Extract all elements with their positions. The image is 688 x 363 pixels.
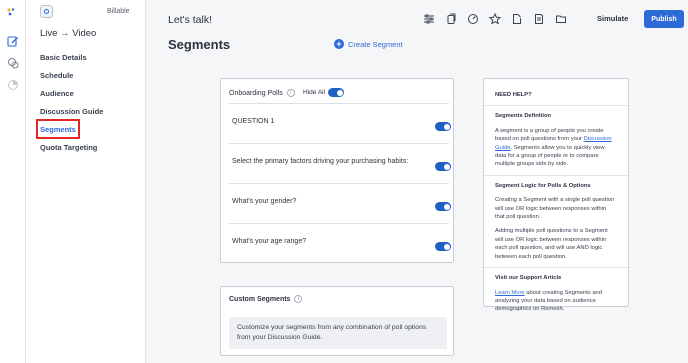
project-title[interactable]: Live → Video: [40, 28, 96, 39]
custom-segments-description: Customize your segments from any combina…: [229, 317, 447, 349]
create-segment-label: Create Segment: [348, 39, 403, 49]
info-icon[interactable]: i: [294, 295, 303, 303]
onboarding-polls-title: Onboarding Polls: [229, 89, 283, 97]
sliders-icon[interactable]: [422, 12, 436, 26]
custom-segments-card: Custom Segments i Customize your segment…: [220, 286, 454, 356]
segment-logic-text-2: Adding multiple poll questions to a Segm…: [495, 228, 608, 260]
edit-icon[interactable]: [6, 34, 20, 48]
page-title: Segments: [168, 37, 231, 52]
plus-circle-icon: +: [334, 39, 344, 49]
sidebar-item-basic-details[interactable]: Basic Details: [40, 53, 87, 62]
support-article-title: Visit our Support Article: [495, 275, 562, 282]
poll-row: QUESTION 1: [229, 103, 451, 143]
divider: [484, 174, 628, 176]
sidebar-item-schedule[interactable]: Schedule: [40, 71, 73, 80]
poll-toggle[interactable]: [435, 202, 451, 211]
sidebar-item-audience[interactable]: Audience: [40, 89, 74, 98]
hide-all-toggle[interactable]: [328, 88, 345, 97]
pie-chart-icon[interactable]: [6, 78, 20, 92]
sidebar-item-discussion-guide[interactable]: Discussion Guide: [40, 107, 103, 116]
logo-icon[interactable]: [6, 6, 18, 18]
billable-label: Billable: [107, 8, 130, 15]
onboarding-polls-card: Onboarding Polls i Hide All QUESTION 1 S…: [220, 78, 454, 263]
folder-icon[interactable]: [554, 12, 568, 26]
create-segment-button[interactable]: + Create Segment: [334, 39, 403, 49]
divider: [484, 267, 628, 269]
poll-row: Select the primary factors driving your …: [229, 143, 451, 183]
divider: [484, 105, 628, 107]
help-panel: NEED HELP? Segments Definition A segment…: [483, 78, 629, 312]
definition-text-part: . Segments allow you to quickly view dat…: [495, 144, 605, 168]
copy-icon[interactable]: [444, 12, 458, 26]
document-list-icon[interactable]: [532, 12, 546, 26]
project-icon: [40, 5, 53, 18]
chat-bubbles-icon[interactable]: [6, 56, 20, 70]
discussion-title: Let's talk!: [168, 14, 213, 26]
poll-question: QUESTION 1: [232, 118, 275, 125]
gauge-icon[interactable]: [466, 12, 480, 26]
publish-button[interactable]: Publish: [644, 10, 684, 28]
poll-question: What's your age range?: [232, 238, 307, 245]
help-title: NEED HELP?: [495, 92, 532, 98]
highlight-box: [36, 119, 80, 139]
top-bar: Let's talk! Simulate Publish: [146, 0, 688, 40]
segments-definition-title: Segments Definition: [495, 113, 552, 120]
segment-logic-text-1: Creating a Segment with a single poll qu…: [495, 197, 615, 221]
sidebar-item-quota-targeting[interactable]: Quota Targeting: [40, 143, 97, 152]
poll-toggle[interactable]: [435, 122, 451, 131]
segments-definition-text: A segment is a group of people you creat…: [495, 127, 617, 169]
poll-toggle[interactable]: [435, 162, 451, 171]
learn-more-link[interactable]: Learn More: [495, 290, 525, 296]
info-icon[interactable]: i: [286, 89, 295, 97]
onboarding-polls-header: Onboarding Polls i: [229, 89, 295, 97]
hide-all-label: Hide All: [303, 89, 326, 96]
poll-row: What's your age range?: [229, 223, 451, 263]
poll-question: Select the primary factors driving your …: [232, 158, 409, 165]
custom-segments-title: Custom Segments: [229, 295, 291, 303]
support-article-text: Learn More about creating Segments and a…: [495, 289, 617, 314]
icon-rail: [0, 0, 26, 363]
poll-row: What's your gender?: [229, 183, 451, 223]
sidebar: Billable Live → Video Basic Details Sche…: [26, 0, 146, 363]
custom-segments-header: Custom Segments i: [229, 295, 303, 303]
star-icon[interactable]: [488, 12, 502, 26]
simulate-button[interactable]: Simulate: [597, 14, 628, 23]
segment-logic-title: Segment Logic for Polls & Options: [495, 182, 591, 189]
export-icon[interactable]: [510, 12, 524, 26]
poll-question: What's your gender?: [232, 198, 297, 205]
hide-all-control[interactable]: Hide All: [303, 88, 345, 97]
poll-toggle[interactable]: [435, 242, 451, 251]
